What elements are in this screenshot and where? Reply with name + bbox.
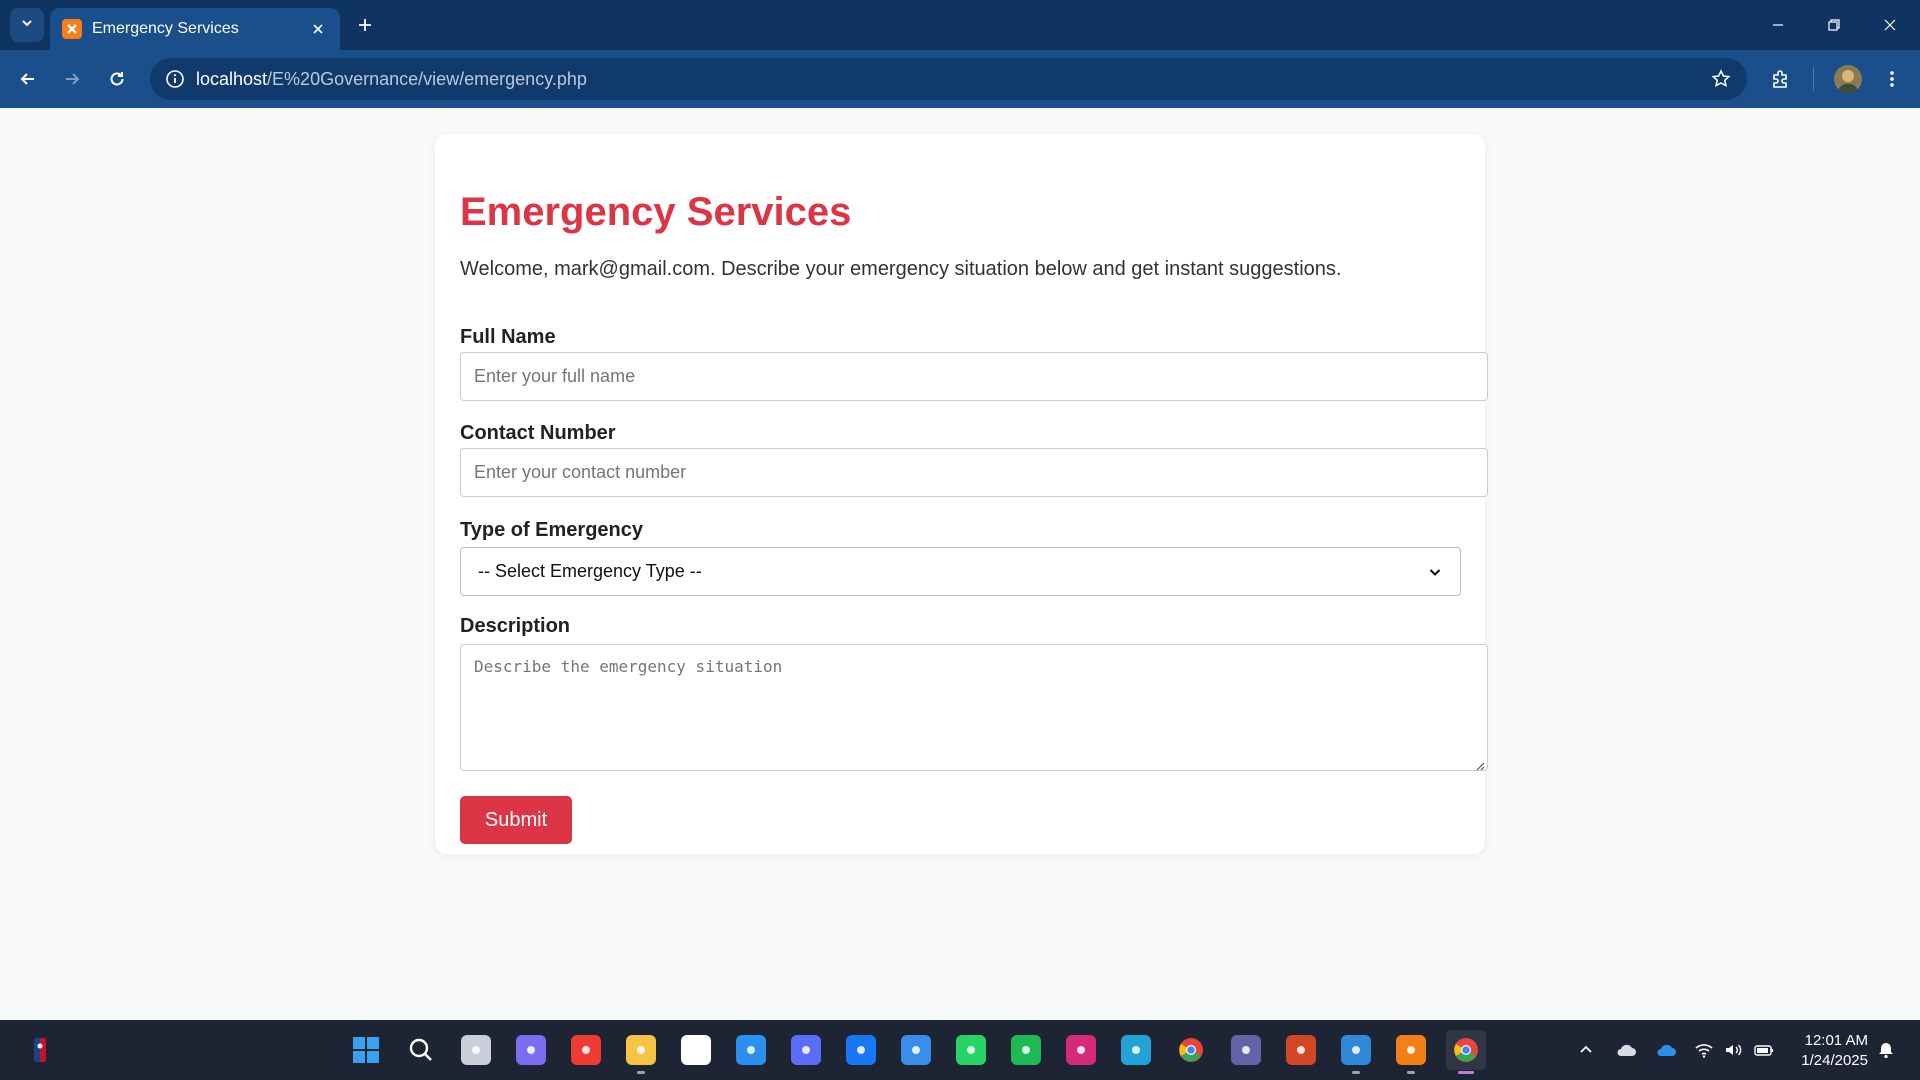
clock-time: 12:01 AM — [1804, 1032, 1868, 1049]
edge-icon — [1121, 1035, 1151, 1065]
teams-icon — [1231, 1035, 1261, 1065]
microsoft-store-icon — [681, 1035, 711, 1065]
running-indicator — [1352, 1071, 1360, 1074]
notification-bell-icon[interactable] — [1874, 1038, 1898, 1062]
emergency-type-label: Type of Emergency — [460, 519, 644, 541]
battery-icon[interactable] — [1752, 1038, 1776, 1062]
facebook-taskbar-button[interactable] — [841, 1030, 881, 1070]
search-taskbar-button[interactable] — [401, 1030, 441, 1070]
extensions-icon[interactable] — [1765, 63, 1797, 95]
bookmark-star-icon[interactable] — [1709, 67, 1733, 91]
resize-grip-icon[interactable] — [1475, 758, 1485, 771]
vscode-taskbar-button[interactable] — [1336, 1030, 1376, 1074]
onedrive-icon[interactable] — [1654, 1038, 1678, 1062]
running-indicator — [637, 1071, 645, 1074]
remote-app-taskbar-button[interactable] — [896, 1030, 936, 1070]
spotify-taskbar-button[interactable] — [1006, 1030, 1046, 1070]
get-help-taskbar-button[interactable] — [731, 1030, 771, 1070]
emergency-type-select[interactable]: -- Select Emergency Type -- — [460, 547, 1461, 596]
chevron-up-icon[interactable] — [1574, 1038, 1598, 1062]
teams-taskbar-button[interactable] — [1226, 1030, 1266, 1070]
instagram-icon — [1066, 1035, 1096, 1065]
full-name-input[interactable] — [460, 352, 1488, 401]
instagram-taskbar-button[interactable] — [1061, 1030, 1101, 1070]
tab-search-button[interactable] — [10, 8, 44, 42]
chrome-icon — [1176, 1035, 1206, 1065]
description-label: Description — [460, 615, 571, 637]
url-host: localhost — [196, 68, 268, 89]
contact-number-label: Contact Number — [460, 422, 616, 444]
powerpoint-taskbar-button[interactable] — [1281, 1030, 1321, 1070]
whatsapp-icon — [956, 1035, 986, 1065]
url-text: localhost/E%20Governance/view/emergency.… — [196, 69, 587, 90]
browser-tab-bar: Emergency Services — [0, 0, 1920, 50]
contact-number-input[interactable] — [460, 448, 1488, 497]
new-tab-icon[interactable] — [352, 12, 378, 38]
clock-date: 1/24/2025 — [1801, 1052, 1868, 1069]
close-tab-icon[interactable] — [308, 19, 328, 39]
anydesk-taskbar-button[interactable] — [566, 1030, 606, 1070]
search-icon — [406, 1035, 436, 1065]
taskbar-clock[interactable]: 12:01 AM 1/24/2025 — [1796, 1031, 1868, 1071]
running-indicator — [1407, 1071, 1415, 1074]
minimize-icon[interactable] — [1758, 10, 1798, 40]
wifi-icon[interactable] — [1692, 1038, 1716, 1062]
page-viewport: Emergency Services Welcome, mark@gmail.c… — [0, 108, 1920, 1020]
address-bar[interactable]: localhost/E%20Governance/view/emergency.… — [150, 58, 1747, 100]
spotify-icon — [1011, 1035, 1041, 1065]
full-name-label: Full Name — [460, 326, 556, 348]
vscode-icon — [1341, 1035, 1371, 1065]
chrome-profile-taskbar-button[interactable] — [1446, 1030, 1486, 1074]
task-view-taskbar-button[interactable] — [456, 1030, 496, 1070]
reload-icon[interactable] — [101, 63, 133, 95]
site-info-icon[interactable] — [154, 58, 196, 100]
tab-title: Emergency Services — [92, 20, 239, 37]
facebook-icon — [846, 1035, 876, 1065]
anydesk-icon — [571, 1035, 601, 1065]
welcome-message: Welcome, mark@gmail.com. Describe your e… — [460, 258, 1342, 280]
copilot-icon — [516, 1035, 546, 1065]
toolbar-divider — [1813, 67, 1814, 91]
get-help-icon — [736, 1035, 766, 1065]
chevron-down-icon — [1427, 564, 1443, 580]
file-explorer-taskbar-button[interactable] — [621, 1030, 661, 1074]
cloud-sync-icon[interactable] — [1614, 1038, 1638, 1062]
running-indicator — [1458, 1071, 1474, 1074]
chrome-taskbar-button[interactable] — [1171, 1030, 1211, 1070]
more-menu-icon[interactable] — [1876, 63, 1908, 95]
windows-start-taskbar-button[interactable] — [346, 1030, 386, 1070]
volume-icon[interactable] — [1722, 1038, 1746, 1062]
xampp-taskbar-button[interactable] — [1391, 1030, 1431, 1074]
remote-app-icon — [901, 1035, 931, 1065]
back-icon[interactable] — [12, 63, 44, 95]
nba-widget-icon[interactable] — [24, 1034, 56, 1066]
chrome-profile-icon — [1451, 1035, 1481, 1065]
messenger-icon — [791, 1035, 821, 1065]
forward-icon[interactable] — [56, 63, 88, 95]
edge-taskbar-button[interactable] — [1116, 1030, 1156, 1070]
whatsapp-taskbar-button[interactable] — [951, 1030, 991, 1070]
submit-button[interactable]: Submit — [460, 796, 572, 844]
task-view-icon — [461, 1035, 491, 1065]
file-explorer-icon — [626, 1035, 656, 1065]
chevron-down-icon — [20, 16, 34, 35]
xampp-favicon-icon — [62, 19, 82, 39]
windows-start-icon — [351, 1035, 381, 1065]
description-textarea[interactable] — [460, 644, 1488, 771]
url-path: /E%20Governance/view/emergency.php — [267, 68, 587, 89]
messenger-taskbar-button[interactable] — [786, 1030, 826, 1070]
close-window-icon[interactable] — [1870, 10, 1910, 40]
emergency-type-selected: -- Select Emergency Type -- — [478, 561, 702, 581]
microsoft-store-taskbar-button[interactable] — [676, 1030, 716, 1070]
powerpoint-icon — [1286, 1035, 1316, 1065]
windows-taskbar: 12:01 AM 1/24/2025 — [0, 1020, 1920, 1080]
page-title: Emergency Services — [460, 190, 852, 234]
copilot-taskbar-button[interactable] — [511, 1030, 551, 1070]
browser-toolbar: localhost/E%20Governance/view/emergency.… — [0, 50, 1920, 108]
profile-avatar[interactable] — [1834, 65, 1862, 93]
browser-tab-active[interactable]: Emergency Services — [50, 8, 340, 50]
emergency-form-card: Emergency Services Welcome, mark@gmail.c… — [435, 134, 1488, 854]
xampp-icon — [1396, 1035, 1426, 1065]
restore-icon[interactable] — [1814, 10, 1854, 40]
